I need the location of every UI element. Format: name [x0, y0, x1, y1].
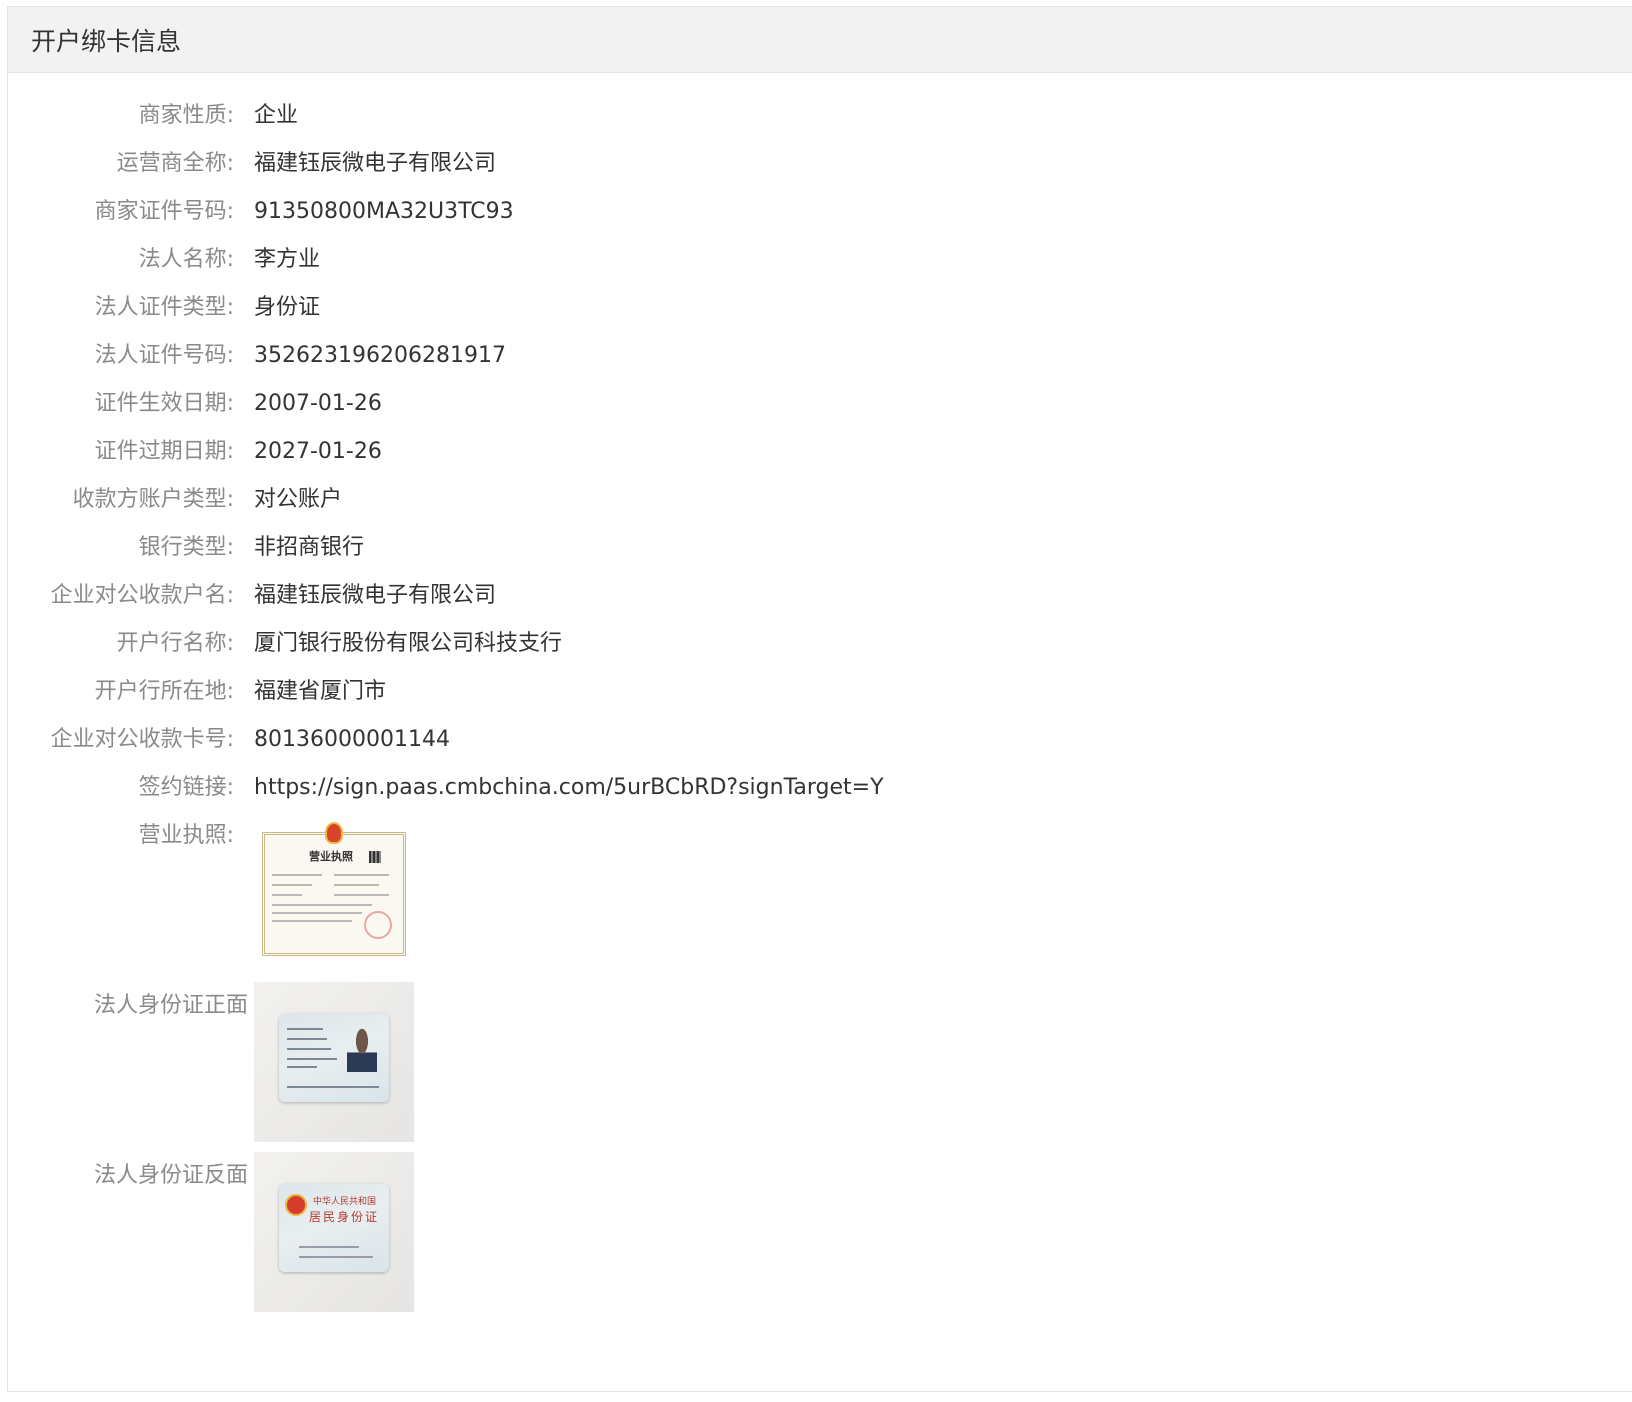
field-row-sign-link: 签约链接: https://sign.paas.cmbchina.com/5ur… — [8, 764, 1632, 812]
license-text-line — [272, 884, 312, 886]
field-row-legal-id-number: 法人证件号码: 352623196206281917 — [8, 332, 1632, 380]
id-text-line — [287, 1028, 323, 1030]
field-value: 对公账户 — [254, 487, 343, 512]
field-row-card-number: 企业对公收款卡号: 80136000001144 — [8, 716, 1632, 764]
field-value: 2027-01-26 — [254, 439, 382, 464]
field-row-id-start-date: 证件生效日期: 2007-01-26 — [8, 380, 1632, 428]
field-value: 352623196206281917 — [254, 343, 506, 368]
bind-card-info-panel: 开户绑卡信息 商家性质: 企业 运营商全称: 福建钰辰微电子有限公司 商家证件号… — [7, 6, 1632, 1392]
field-label: 开户行所在地: — [94, 679, 234, 704]
national-emblem-icon — [325, 822, 343, 844]
license-text-line — [272, 874, 322, 876]
id-back-row: 法人身份证反面 中华人民共和国 居民身份证 — [8, 1152, 1632, 1322]
field-label: 商家证件号码: — [94, 199, 234, 224]
business-license-thumbnail[interactable]: 营业执照 — [254, 816, 414, 976]
license-text-line — [334, 884, 379, 886]
national-emblem-icon — [285, 1194, 307, 1216]
field-label: 银行类型: — [138, 535, 234, 560]
license-text-line — [272, 904, 372, 906]
field-label: 证件过期日期: — [94, 439, 234, 464]
field-label: 运营商全称: — [116, 151, 234, 176]
field-row-id-expiry-date: 证件过期日期: 2027-01-26 — [8, 428, 1632, 476]
field-row-operator-name: 运营商全称: 福建钰辰微电子有限公司 — [8, 140, 1632, 188]
field-label: 法人证件类型: — [94, 295, 234, 320]
id-text-line — [299, 1246, 359, 1248]
portrait-photo — [347, 1028, 377, 1072]
field-label: 签约链接: — [138, 775, 234, 800]
id-text-line — [287, 1048, 331, 1050]
field-label: 开户行名称: — [116, 631, 234, 656]
sign-link[interactable]: https://sign.paas.cmbchina.com/5urBCbRD?… — [254, 764, 884, 812]
id-front-row: 法人身份证正面 — [8, 982, 1632, 1152]
id-number-line — [287, 1086, 379, 1088]
panel-title: 开户绑卡信息 — [8, 7, 1632, 73]
field-row-bank-type: 银行类型: 非招商银行 — [8, 524, 1632, 572]
field-value: 91350800MA32U3TC93 — [254, 199, 514, 224]
field-label: 法人名称: — [138, 247, 234, 272]
id-card-back: 中华人民共和国 居民身份证 — [279, 1184, 389, 1272]
license-text-line — [272, 894, 302, 896]
field-row-legal-name: 法人名称: 李方业 — [8, 236, 1632, 284]
field-value: 李方业 — [254, 247, 321, 272]
field-row-account-holder: 企业对公收款户名: 福建钰辰微电子有限公司 — [8, 572, 1632, 620]
id-card-front — [279, 1014, 389, 1102]
field-row-merchant-type: 商家性质: 企业 — [8, 92, 1632, 140]
field-value: 企业 — [254, 103, 299, 128]
field-label: 法人证件号码: — [94, 343, 234, 368]
id-text-line — [287, 1066, 317, 1068]
field-label: 收款方账户类型: — [72, 487, 234, 512]
field-row-payee-account-type: 收款方账户类型: 对公账户 — [8, 476, 1632, 524]
field-row-bank-location: 开户行所在地: 福建省厦门市 — [8, 668, 1632, 716]
info-list: 商家性质: 企业 运营商全称: 福建钰辰微电子有限公司 商家证件号码: 9135… — [8, 92, 1632, 1322]
field-value: 厦门银行股份有限公司科技支行 — [254, 631, 563, 656]
id-back-label: 法人身份证反面 — [93, 1163, 248, 1188]
field-value: 福建钰辰微电子有限公司 — [254, 583, 497, 608]
field-value: 80136000001144 — [254, 727, 450, 752]
license-title: 营业执照 — [309, 850, 353, 863]
license-text-line — [272, 912, 362, 914]
id-text-line — [299, 1256, 373, 1258]
id-back-thumbnail[interactable]: 中华人民共和国 居民身份证 — [254, 1152, 414, 1312]
license-text-line — [334, 894, 389, 896]
field-value: 非招商银行 — [254, 535, 365, 560]
business-license-row: 营业执照: 营业执照 — [8, 812, 1632, 980]
field-value: 福建省厦门市 — [254, 679, 387, 704]
field-label: 企业对公收款户名: — [50, 583, 234, 608]
field-value: 身份证 — [254, 295, 321, 320]
red-seal-icon — [364, 911, 392, 939]
qr-code-icon — [369, 851, 381, 863]
field-row-merchant-id-number: 商家证件号码: 91350800MA32U3TC93 — [8, 188, 1632, 236]
id-back-line2: 居民身份证 — [309, 1210, 380, 1224]
license-text-line — [272, 920, 352, 922]
field-label: 商家性质: — [138, 103, 234, 128]
business-license-label: 营业执照: — [138, 823, 234, 848]
id-front-thumbnail[interactable] — [254, 982, 414, 1142]
id-text-line — [287, 1058, 337, 1060]
field-row-legal-id-type: 法人证件类型: 身份证 — [8, 284, 1632, 332]
id-back-line1: 中华人民共和国 — [313, 1197, 377, 1207]
field-row-bank-name: 开户行名称: 厦门银行股份有限公司科技支行 — [8, 620, 1632, 668]
field-label: 企业对公收款卡号: — [50, 727, 234, 752]
id-text-line — [287, 1038, 327, 1040]
field-label: 证件生效日期: — [94, 391, 234, 416]
field-value: 2007-01-26 — [254, 391, 382, 416]
id-front-label: 法人身份证正面 — [93, 993, 248, 1018]
field-value: 福建钰辰微电子有限公司 — [254, 151, 497, 176]
license-text-line — [334, 874, 389, 876]
